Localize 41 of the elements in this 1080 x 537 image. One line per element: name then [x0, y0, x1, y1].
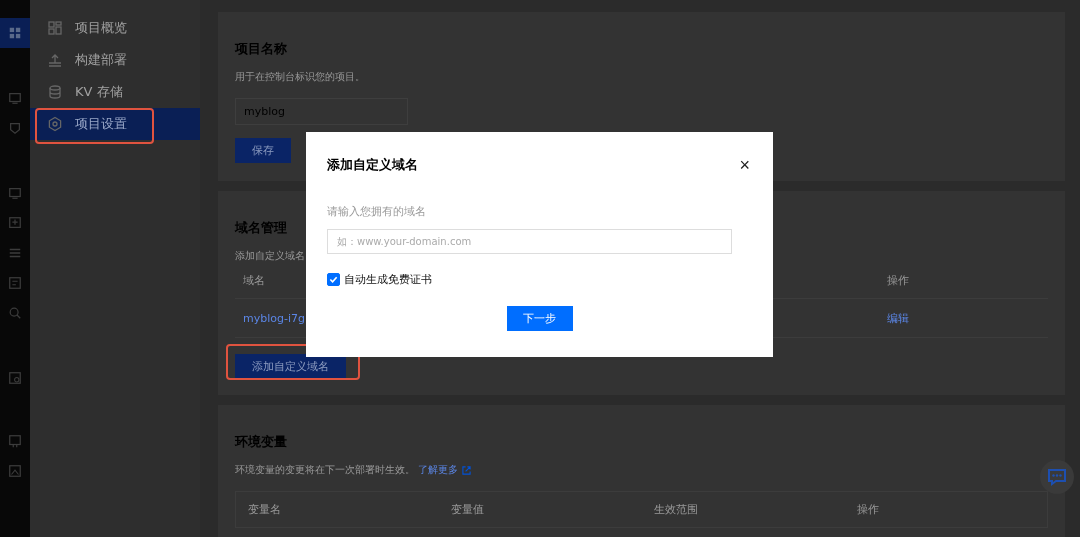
nav-item[interactable]: 构建部署 — [30, 44, 200, 76]
checkbox-label: 自动生成免费证书 — [344, 272, 432, 287]
save-button[interactable]: 保存 — [235, 138, 291, 163]
next-button[interactable]: 下一步 — [506, 306, 573, 331]
search-icon[interactable] — [8, 306, 22, 320]
chat-button[interactable] — [1040, 460, 1074, 494]
grid-icon[interactable] — [8, 26, 22, 40]
dashboard-icon — [47, 20, 63, 36]
image-icon[interactable] — [8, 371, 22, 385]
column-header: 生效范围 — [653, 503, 698, 516]
section-description: 用于在控制台标识您的项目。 — [235, 70, 366, 84]
shield-icon[interactable] — [8, 121, 22, 135]
column-header: 变量值 — [450, 503, 484, 516]
field-label: 请输入您拥有的域名 — [327, 204, 427, 219]
column-header: 操作 — [887, 274, 909, 287]
nav-item[interactable]: KV 存储 — [30, 76, 200, 108]
column-header: 变量名 — [248, 503, 281, 516]
picture-frame-icon[interactable] — [8, 464, 22, 478]
nav-item[interactable]: 项目设置 — [30, 108, 200, 140]
monitor-icon[interactable] — [8, 186, 22, 200]
external-link-icon — [462, 465, 472, 475]
display-icon[interactable] — [8, 434, 22, 448]
nav-item[interactable]: 项目概览 — [30, 12, 200, 44]
close-button[interactable]: × — [737, 156, 752, 174]
domain-input-field[interactable]: 如：www.your-domain.com — [327, 229, 732, 254]
domain-link[interactable]: myblog-i7g — [243, 311, 305, 325]
column-header: 域名 — [243, 274, 265, 287]
settings-icon — [47, 116, 63, 132]
document-icon[interactable] — [8, 276, 22, 290]
section-description: 添加自定义域名 — [235, 249, 306, 263]
dialog-title: 添加自定义域名 — [327, 156, 418, 174]
learn-more-link[interactable]: 了解更多 — [418, 464, 459, 475]
chat-icon — [1047, 468, 1067, 486]
database-icon — [47, 84, 63, 100]
checkbox[interactable] — [327, 273, 340, 286]
plus-square-icon[interactable] — [8, 216, 22, 230]
upload-icon — [47, 52, 63, 68]
edit-link[interactable]: 编辑 — [887, 311, 909, 325]
list-icon[interactable] — [8, 246, 22, 260]
column-header: 操作 — [856, 503, 879, 516]
monitor-icon[interactable] — [8, 91, 22, 105]
